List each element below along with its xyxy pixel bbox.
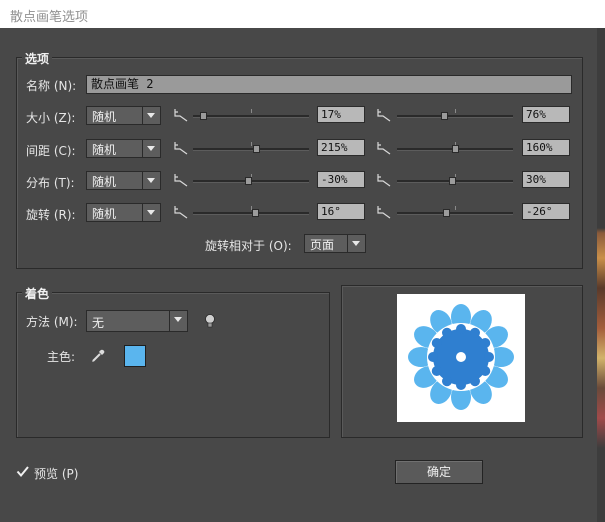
flower-center-bump — [480, 366, 491, 376]
brush-graphic — [408, 304, 514, 410]
ok-button[interactable]: 确定 — [395, 460, 483, 484]
slider-thumb[interactable] — [200, 112, 207, 120]
scatter-mode-value: 随机 — [92, 175, 117, 189]
flower-center-bump — [442, 376, 452, 387]
lightbulb-icon[interactable] — [204, 313, 216, 329]
flower-center-dot — [456, 352, 466, 362]
rotation-relative-label: 旋转相对于 (O): — [205, 239, 292, 253]
spacing-max-value[interactable]: 160% — [522, 139, 570, 156]
slider-thumb[interactable] — [449, 177, 456, 185]
slider-center-tick — [455, 206, 456, 210]
size-mode-value: 随机 — [92, 110, 117, 124]
size-max-value[interactable]: 76% — [522, 106, 570, 123]
preview-checkbox[interactable] — [16, 465, 29, 478]
rotation-min-value[interactable]: 16° — [317, 203, 365, 220]
slider-center-tick — [251, 142, 252, 146]
maximum-variation-icon — [377, 173, 391, 187]
size-min-slider[interactable] — [193, 109, 309, 123]
minimum-variation-icon — [174, 173, 188, 187]
slider-track — [193, 115, 309, 118]
method-select[interactable]: 无 — [86, 310, 188, 332]
size-mode-select[interactable]: 随机 — [86, 106, 161, 125]
spacing-mode-select[interactable]: 随机 — [86, 139, 161, 158]
chevron-down-icon[interactable] — [347, 235, 365, 252]
flower-center-bump — [484, 352, 494, 362]
rotation-relative-value: 页面 — [310, 238, 335, 252]
slider-center-tick — [455, 109, 456, 113]
scatter-max-slider[interactable] — [397, 174, 513, 188]
slider-thumb[interactable] — [452, 145, 459, 153]
spacing-label: 间距 (C): — [26, 144, 76, 158]
background-canvas-strip — [597, 28, 605, 522]
slider-track — [193, 212, 309, 215]
slider-thumb[interactable] — [252, 209, 259, 217]
rotation-label: 旋转 (R): — [26, 208, 76, 222]
rotation-mode-value: 随机 — [92, 207, 117, 221]
flower-center-bump — [456, 380, 466, 390]
window-title: 散点画笔选项 — [10, 10, 89, 25]
rotation-max-value[interactable]: -26° — [522, 203, 570, 220]
spacing-max-slider[interactable] — [397, 142, 513, 156]
eyedropper-icon[interactable] — [90, 348, 106, 364]
size-label: 大小 (Z): — [26, 111, 76, 125]
minimum-variation-icon — [174, 108, 188, 122]
scatter-min-slider[interactable] — [193, 174, 309, 188]
chevron-down-icon[interactable] — [142, 140, 160, 157]
slider-thumb[interactable] — [441, 112, 448, 120]
title-bar: 散点画笔选项 — [0, 0, 605, 28]
slider-center-tick — [251, 109, 252, 113]
flower-center-bump — [431, 366, 442, 376]
spacing-min-value[interactable]: 215% — [317, 139, 365, 156]
rotation-max-slider[interactable] — [397, 206, 513, 220]
flower-center-bump — [428, 352, 438, 362]
key-color-label: 主色: — [47, 350, 76, 364]
slider-track — [397, 212, 513, 215]
flower-center-bump — [470, 376, 480, 387]
method-label: 方法 (M): — [26, 315, 78, 329]
minimum-variation-icon — [174, 141, 188, 155]
spacing-min-slider[interactable] — [193, 142, 309, 156]
chevron-down-icon[interactable] — [142, 107, 160, 124]
rotation-min-slider[interactable] — [193, 206, 309, 220]
colorization-group-title: 着色 — [22, 285, 53, 302]
spacing-mode-value: 随机 — [92, 143, 117, 157]
key-color-swatch[interactable] — [124, 345, 146, 367]
rotation-relative-select[interactable]: 页面 — [304, 234, 366, 253]
maximum-variation-icon — [377, 205, 391, 219]
method-value: 无 — [92, 316, 105, 330]
flower-center-bump — [431, 338, 442, 348]
name-label: 名称 (N): — [26, 79, 77, 93]
options-group-title: 选项 — [22, 50, 53, 67]
size-max-slider[interactable] — [397, 109, 513, 123]
slider-track — [397, 115, 513, 118]
name-input[interactable]: 散点画笔 2 — [86, 75, 572, 94]
maximum-variation-icon — [377, 108, 391, 122]
chevron-down-icon[interactable] — [169, 311, 187, 331]
flower-center-bump — [470, 327, 480, 338]
rotation-mode-select[interactable]: 随机 — [86, 203, 161, 222]
size-min-value[interactable]: 17% — [317, 106, 365, 123]
preview-label[interactable]: 预览 (P) — [34, 465, 78, 482]
scatter-mode-select[interactable]: 随机 — [86, 171, 161, 190]
chevron-down-icon[interactable] — [142, 204, 160, 221]
scatter-max-value[interactable]: 30% — [522, 171, 570, 188]
slider-thumb[interactable] — [443, 209, 450, 217]
slider-thumb[interactable] — [253, 145, 260, 153]
brush-preview — [397, 294, 525, 422]
scatter-min-value[interactable]: -30% — [317, 171, 365, 188]
slider-track — [193, 148, 309, 151]
slider-thumb[interactable] — [245, 177, 252, 185]
flower-center-bump — [442, 327, 452, 338]
scatter-label: 分布 (T): — [26, 176, 75, 190]
maximum-variation-icon — [377, 141, 391, 155]
minimum-variation-icon — [174, 205, 188, 219]
flower-center-bump — [456, 324, 466, 334]
chevron-down-icon[interactable] — [142, 172, 160, 189]
flower-center-bump — [480, 338, 491, 348]
